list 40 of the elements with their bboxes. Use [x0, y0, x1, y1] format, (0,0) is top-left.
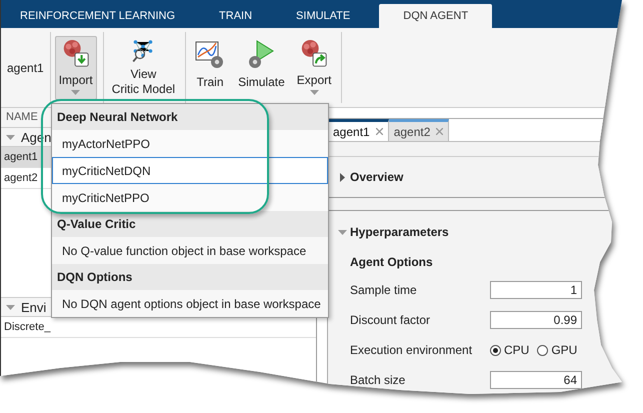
parameter-label: Execution environment	[350, 343, 474, 357]
menu-item[interactable]: myCriticNetPPO	[52, 184, 328, 211]
menu-section-header: Deep Neural Network	[52, 104, 328, 130]
parameter-label: Batch size	[350, 373, 406, 387]
document-tab[interactable]: agent1	[328, 119, 389, 141]
menu-item[interactable]: myCriticNetDQN	[52, 157, 328, 184]
caret-icon	[6, 302, 15, 312]
parameter-label: Discount factor	[350, 313, 432, 327]
ribbon-tab[interactable]: DQN AGENT	[379, 4, 492, 28]
train-button[interactable]: Train	[190, 36, 230, 100]
menu-section-header: Q-Value Critic	[52, 211, 328, 237]
close-icon[interactable]	[376, 128, 383, 135]
view-button[interactable]: View Critic Model	[108, 36, 180, 100]
export-button[interactable]: Export	[292, 36, 336, 100]
input-field[interactable]: 1	[490, 281, 582, 299]
caret-icon	[338, 228, 347, 236]
radio-button[interactable]: GPU	[537, 343, 578, 357]
menu-item[interactable]: myActorNetPPO	[52, 130, 328, 157]
import-button[interactable]: Import	[54, 36, 97, 100]
section-header[interactable]: Hyperparameters	[338, 225, 642, 239]
input-field[interactable]: 0.99	[490, 311, 582, 329]
caret-icon	[71, 88, 80, 97]
input-field[interactable]: 64	[490, 371, 582, 389]
ribbon-tab[interactable]: TRAIN	[204, 4, 268, 28]
agent-label: agent1	[7, 60, 44, 74]
caret-icon	[310, 88, 319, 97]
close-icon[interactable]	[436, 128, 444, 135]
caret-icon	[6, 132, 15, 142]
menu-section-header: DQN Options	[52, 264, 328, 290]
ribbon-tab[interactable]: REINFORCEMENT LEARNING	[5, 4, 190, 28]
group-title: Agent Options	[350, 255, 434, 269]
ribbon-tab[interactable]: SIMULATE	[281, 4, 366, 28]
simulate-button[interactable]: Simulate	[234, 36, 289, 100]
caret-icon	[338, 172, 347, 182]
parameter-label: Sample time	[350, 283, 418, 297]
menu-message: No Q-value function object in base workspace	[52, 237, 328, 264]
radio-button[interactable]: CPU	[490, 343, 530, 357]
brain-arrow-icon	[299, 39, 330, 69]
menu-message: No DQN agent options object in base workspace	[52, 290, 328, 317]
document-tab[interactable]: agent2	[388, 119, 450, 141]
